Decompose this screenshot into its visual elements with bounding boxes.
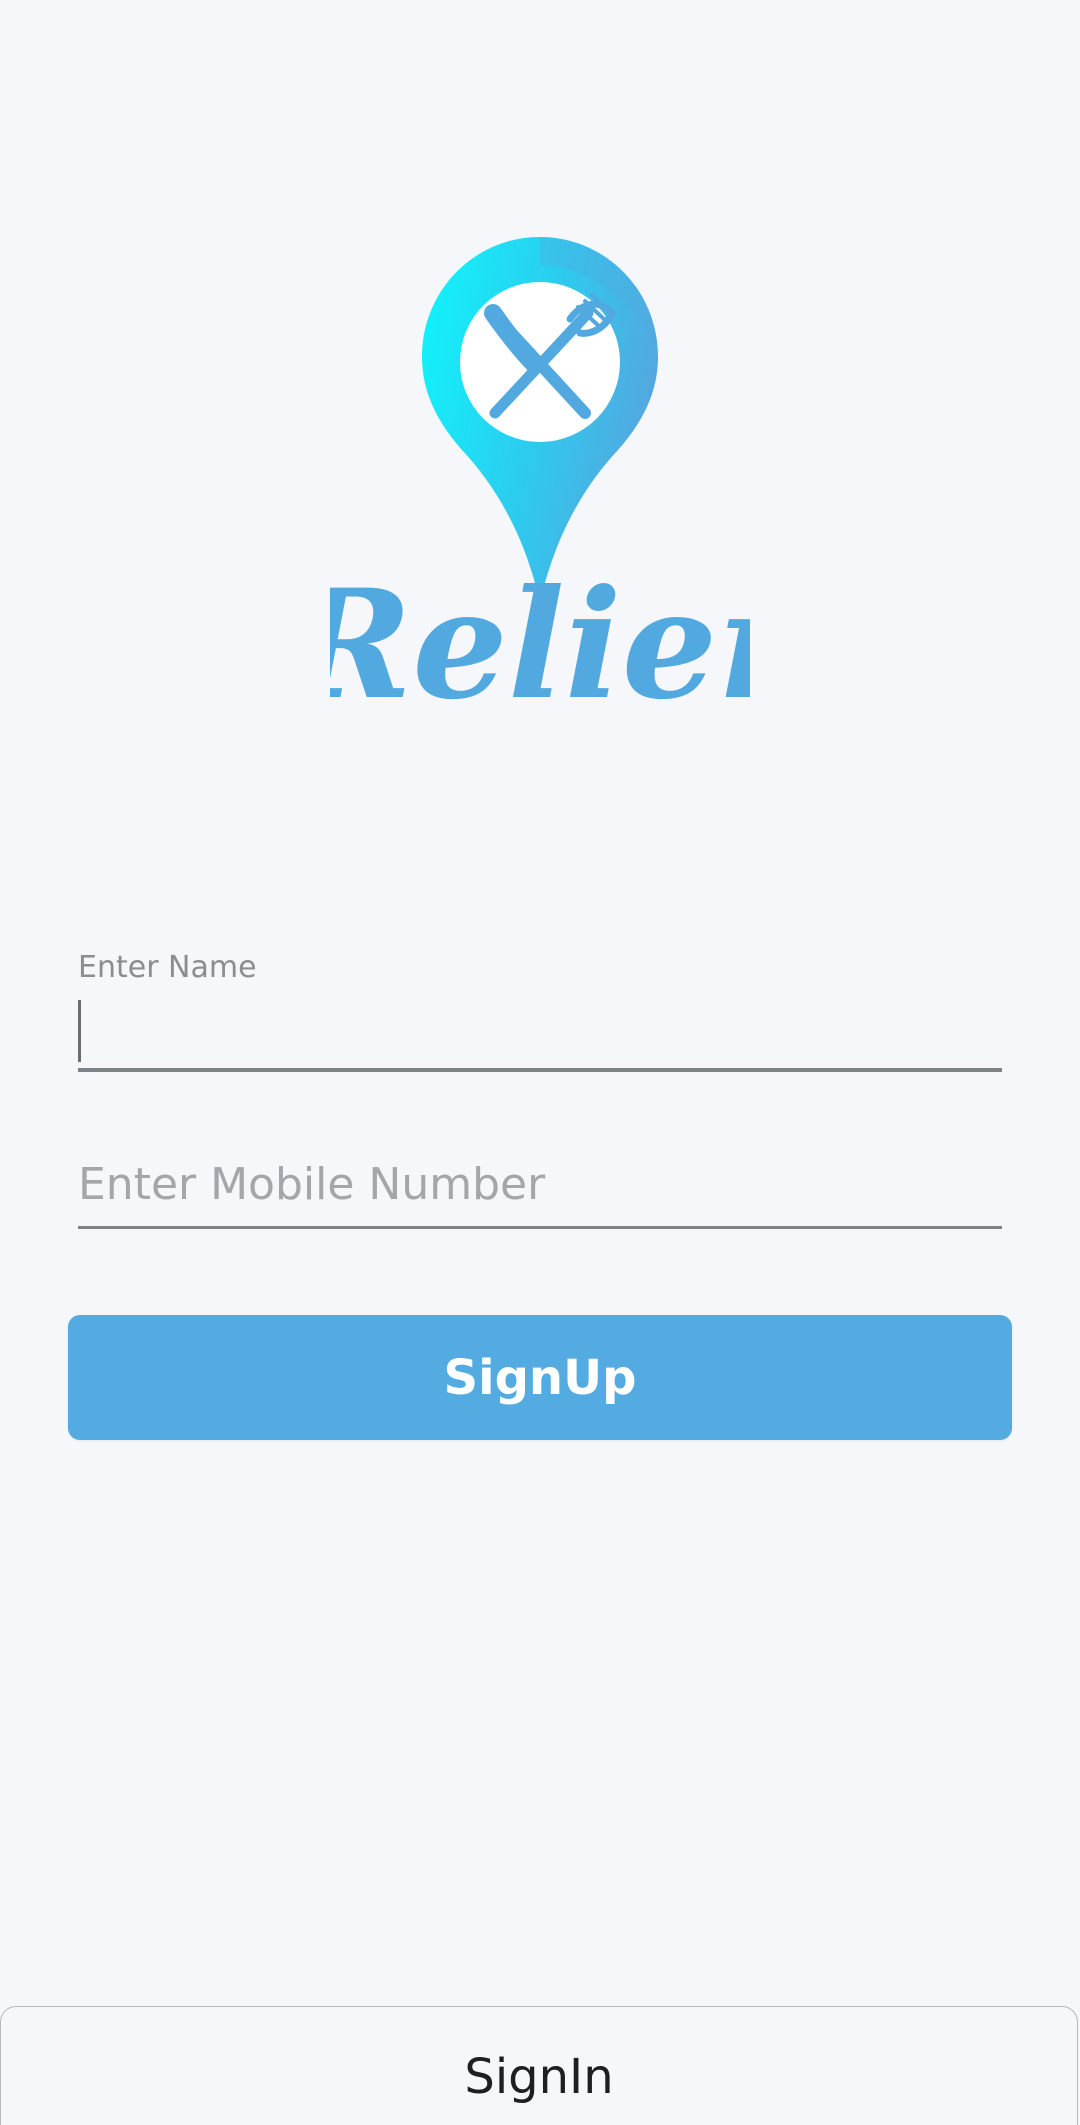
location-pin-icon <box>422 237 658 603</box>
signin-button[interactable]: SignIn <box>0 2006 1078 2125</box>
mobile-number-field[interactable]: Enter Mobile Number <box>78 1150 1002 1229</box>
text-caret <box>78 1000 81 1062</box>
mobile-number-placeholder: Enter Mobile Number <box>78 1159 546 1210</box>
brand-wordmark: Relier <box>330 557 750 725</box>
name-field-label: Enter Name <box>78 950 257 985</box>
name-field[interactable]: Enter Name <box>78 948 1002 1072</box>
signup-button[interactable]: SignUp <box>68 1315 1012 1440</box>
signup-button-label: SignUp <box>443 1349 637 1406</box>
relier-logo: Relier <box>330 237 750 725</box>
signup-screen: Relier Enter Name Enter Mobile Number Si… <box>0 0 1080 2125</box>
name-input[interactable] <box>78 988 1002 1072</box>
signin-button-label: SignIn <box>464 2049 614 2105</box>
